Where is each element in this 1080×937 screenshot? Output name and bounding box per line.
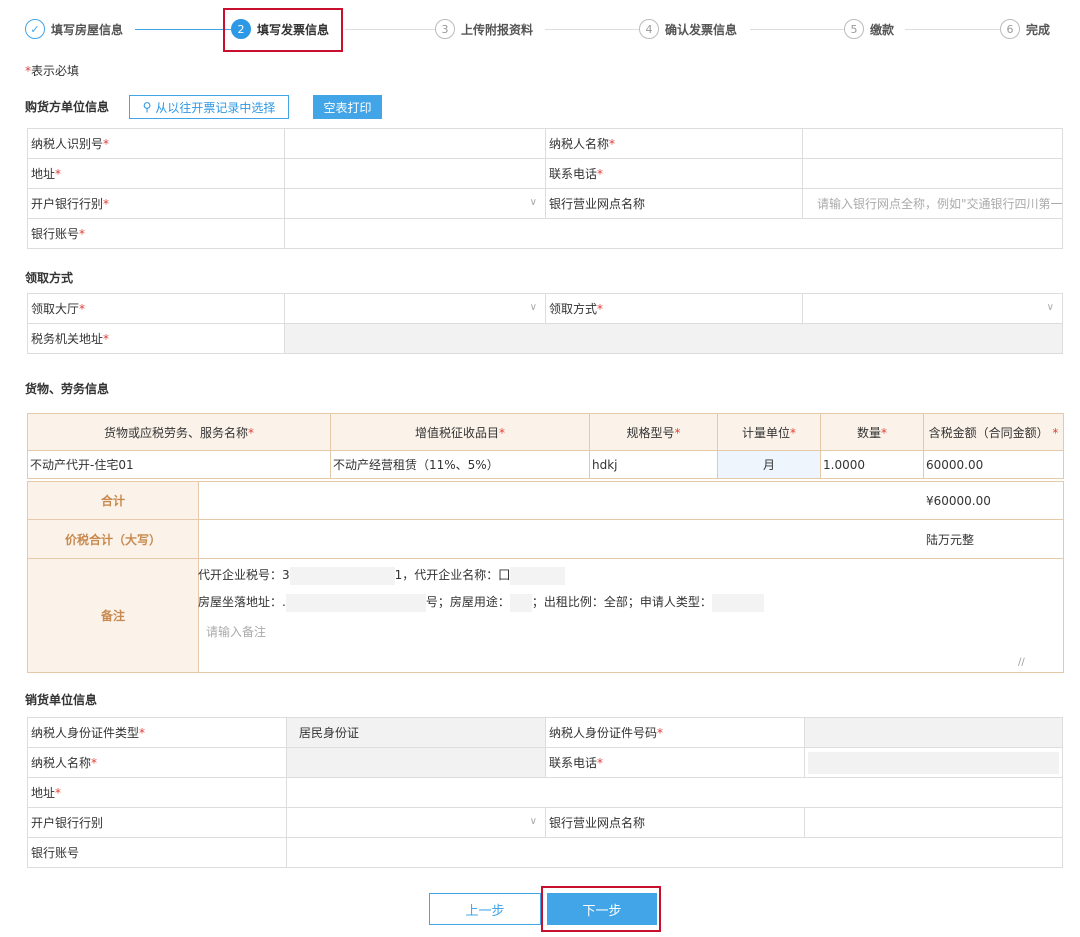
- user-icon: ⚲: [142, 100, 152, 114]
- bank-branch-input[interactable]: 请输入银行网点全称，例如"交通银行四川第一: [802, 188, 1063, 219]
- seller-bank-type-label: 开户银行行别: [27, 807, 287, 838]
- pickup-table: 领取大厅* ∨ 领取方式* ∨ 税务机关地址*: [27, 293, 1063, 354]
- step-4: 4 确认发票信息: [639, 18, 744, 40]
- seller-section-title: 销货单位信息: [25, 693, 98, 707]
- goods-col-name: 货物或应税劳务、服务名称*: [27, 413, 331, 451]
- total-cn-value: 陆万元整: [198, 519, 1064, 559]
- step-connector: [905, 29, 1015, 30]
- taxpayer-id-input[interactable]: [284, 128, 546, 159]
- memo-line-2: 房屋坐落地址：. 号；房屋用途： ；出租比例：全部；申请人类型：: [198, 593, 764, 612]
- buyer-table: 纳税人识别号* 纳税人名称* 地址* 联系电话* 开户银行行别* ∨ 银行营业网…: [27, 128, 1063, 249]
- seller-bank-type-select[interactable]: ∨: [286, 807, 546, 838]
- tax-office-address-field: [284, 323, 1063, 354]
- seller-phone-input[interactable]: [804, 747, 1063, 778]
- goods-col-item: 增值税征收品目*: [330, 413, 590, 451]
- step-3: 3 上传附报资料: [435, 18, 540, 40]
- goods-section-title: 货物、劳务信息: [25, 382, 110, 396]
- goods-table: 货物或应税劳务、服务名称* 增值税征收品目* 规格型号* 计量单位* 数量* 含…: [27, 413, 1064, 479]
- bank-type-select[interactable]: ∨: [284, 188, 546, 219]
- id-no-label: 纳税人身份证件号码*: [545, 717, 805, 748]
- select-history-button[interactable]: ⚲ 从以往开票记录中选择: [129, 95, 289, 119]
- step-connector: [135, 29, 235, 30]
- bank-branch-label: 银行营业网点名称: [545, 188, 803, 219]
- pickup-method-select[interactable]: ∨: [802, 293, 1063, 324]
- phone-label: 联系电话*: [545, 158, 803, 189]
- step-number: 4: [639, 19, 659, 39]
- taxpayer-name-label: 纳税人名称*: [545, 128, 803, 159]
- address-label: 地址*: [27, 158, 285, 189]
- total-value: ¥60000.00: [198, 481, 1064, 520]
- prev-step-button[interactable]: 上一步: [429, 893, 541, 925]
- step-label: 缴款: [870, 22, 895, 37]
- total-label: 合计: [27, 481, 199, 520]
- chevron-down-icon: ∨: [1046, 302, 1054, 313]
- required-note: *表示必填: [25, 64, 80, 78]
- seller-phone-label: 联系电话*: [545, 747, 805, 778]
- tax-office-address-label: 税务机关地址*: [27, 323, 285, 354]
- buyer-section-title: 购货方单位信息: [25, 100, 110, 114]
- chevron-down-icon: ∨: [529, 816, 537, 827]
- goods-amount-input[interactable]: 60000.00: [923, 450, 1064, 479]
- step-connector: [345, 29, 445, 30]
- pickup-section-title: 领取方式: [25, 271, 74, 285]
- phone-input[interactable]: [802, 158, 1063, 189]
- chevron-down-icon: ∨: [529, 302, 537, 313]
- pickup-hall-label: 领取大厅*: [27, 293, 285, 324]
- step-5: 5 缴款: [844, 18, 901, 40]
- pickup-hall-select[interactable]: ∨: [284, 293, 546, 324]
- goods-col-qty: 数量*: [820, 413, 924, 451]
- goods-header-row: 货物或应税劳务、服务名称* 增值税征收品目* 规格型号* 计量单位* 数量* 含…: [27, 413, 1064, 451]
- bank-account-input[interactable]: [284, 218, 1063, 249]
- goods-name-input[interactable]: 不动产代开-住宅01: [27, 450, 331, 479]
- step-number: 3: [435, 19, 455, 39]
- seller-name-field: [286, 747, 546, 778]
- address-input[interactable]: [284, 158, 546, 189]
- memo-line-1: 代开企业税号：3 1，代开企业名称：囗: [198, 566, 566, 585]
- resize-handle-icon[interactable]: ∕∕: [1018, 657, 1025, 668]
- goods-col-unit: 计量单位*: [717, 413, 821, 451]
- step-6: 6 完成: [1000, 18, 1057, 40]
- seller-bank-account-input[interactable]: [286, 837, 1063, 868]
- bank-account-label: 银行账号*: [27, 218, 285, 249]
- goods-qty-input[interactable]: 1.0000: [820, 450, 924, 479]
- goods-item-input[interactable]: 不动产经营租赁（11%、5%）: [330, 450, 590, 479]
- progress-steps: ✓ 填写房屋信息 2 填写发票信息 3 上传附报资料 4 确认发票信息 5 缴款…: [25, 14, 1060, 44]
- goods-col-spec: 规格型号*: [589, 413, 718, 451]
- id-no-field: [804, 717, 1063, 748]
- step-connector: [545, 29, 645, 30]
- seller-bank-branch-input[interactable]: [804, 807, 1063, 838]
- check-icon: ✓: [25, 19, 45, 39]
- id-type-value: 居民身份证: [286, 717, 546, 748]
- step-number: 5: [844, 19, 864, 39]
- total-cn-label: 价税合计（大写）: [27, 519, 199, 559]
- seller-address-input[interactable]: [286, 777, 1063, 808]
- step-label: 确认发票信息: [665, 22, 738, 37]
- seller-table: 纳税人身份证件类型* 居民身份证 纳税人身份证件号码* 纳税人名称* 联系电话*…: [27, 717, 1063, 868]
- memo-placeholder: 请输入备注: [206, 625, 267, 639]
- seller-address-label: 地址*: [27, 777, 287, 808]
- seller-bank-branch-label: 银行营业网点名称: [545, 807, 805, 838]
- seller-name-label: 纳税人名称*: [27, 747, 287, 778]
- highlight-box: [541, 886, 661, 932]
- table-row: 不动产代开-住宅01 不动产经营租赁（11%、5%） hdkj 月 1.0000…: [27, 450, 1064, 479]
- print-blank-button[interactable]: 空表打印: [313, 95, 382, 119]
- taxpayer-id-label: 纳税人识别号*: [27, 128, 285, 159]
- goods-unit-input[interactable]: 月: [717, 450, 821, 479]
- seller-bank-account-label: 银行账号: [27, 837, 287, 868]
- step-label: 填写房屋信息: [51, 22, 124, 37]
- memo-label: 备注: [27, 558, 199, 673]
- step-number: 6: [1000, 19, 1020, 39]
- goods-col-amount: 含税金额（合同金额） *: [923, 413, 1064, 451]
- bank-type-label: 开户银行行别*: [27, 188, 285, 219]
- step-connector: [750, 29, 850, 30]
- pickup-method-label: 领取方式*: [545, 293, 803, 324]
- goods-spec-input[interactable]: hdkj: [589, 450, 718, 479]
- taxpayer-name-input[interactable]: [802, 128, 1063, 159]
- step-1: ✓ 填写房屋信息: [25, 18, 130, 40]
- step-label: 上传附报资料: [461, 22, 534, 37]
- chevron-down-icon: ∨: [529, 197, 537, 208]
- id-type-label: 纳税人身份证件类型*: [27, 717, 287, 748]
- highlight-box: [223, 8, 343, 52]
- step-label: 完成: [1026, 22, 1051, 37]
